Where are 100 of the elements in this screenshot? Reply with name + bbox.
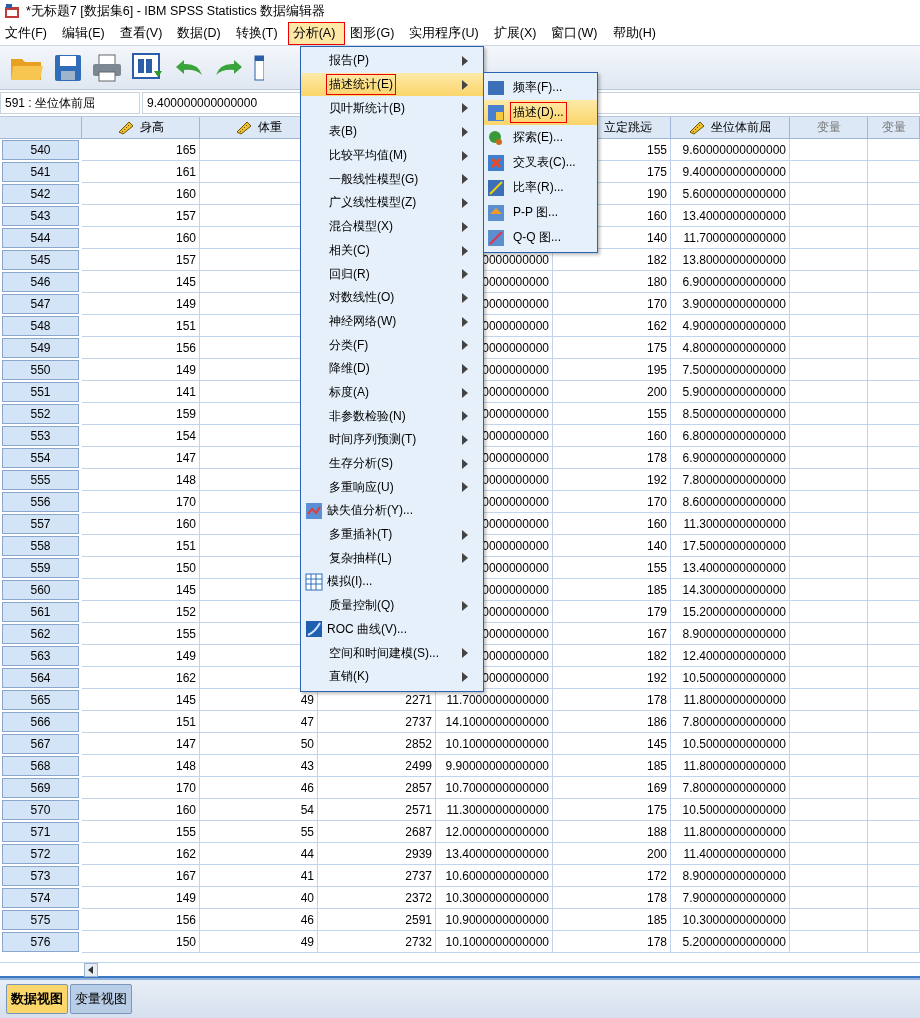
table-cell: 141 <box>82 381 200 403</box>
row-number[interactable]: 574 <box>2 888 79 908</box>
row-number[interactable]: 544 <box>2 228 79 248</box>
table-cell: 170 <box>82 491 200 513</box>
row-number[interactable]: 564 <box>2 668 79 688</box>
row-number[interactable]: 558 <box>2 536 79 556</box>
table-cell: 2499 <box>318 755 436 777</box>
table-cell: 185 <box>553 579 671 601</box>
table-cell: 155 <box>553 403 671 425</box>
table-cell: 13.8000000000000 <box>671 249 790 271</box>
table-cell: 155 <box>82 821 200 843</box>
menu-option[interactable]: 报告(P) <box>301 49 483 73</box>
menu-option[interactable]: 一般线性模型(G) <box>301 167 483 192</box>
menu-item[interactable]: 扩展(X) <box>488 22 547 45</box>
row-number[interactable]: 561 <box>2 602 79 622</box>
menu-option[interactable]: 广义线性模型(Z) <box>301 191 483 215</box>
menu-item[interactable]: 帮助(H) <box>607 22 666 45</box>
menu-item[interactable]: 图形(G) <box>345 22 405 45</box>
row-number[interactable]: 541 <box>2 162 79 182</box>
menu-item[interactable]: 分析(A) <box>287 22 346 45</box>
row-number[interactable]: 556 <box>2 492 79 512</box>
row-number[interactable]: 546 <box>2 272 79 292</box>
row-number[interactable]: 551 <box>2 382 79 402</box>
table-cell: 11.8000000000000 <box>671 689 790 711</box>
row-number[interactable]: 563 <box>2 646 79 666</box>
row-number[interactable]: 554 <box>2 448 79 468</box>
table-cell: 8.90000000000000 <box>671 865 790 887</box>
menu-item[interactable]: 转换(T) <box>230 22 288 45</box>
row-number[interactable]: 571 <box>2 822 79 842</box>
row-number[interactable]: 548 <box>2 316 79 336</box>
row-number[interactable]: 547 <box>2 294 79 314</box>
table-cell: 140 <box>553 535 671 557</box>
row-number[interactable]: 559 <box>2 558 79 578</box>
table-cell: 178 <box>553 887 671 909</box>
table-cell: 10.1000000000000 <box>436 733 553 755</box>
row-number[interactable]: 573 <box>2 866 79 886</box>
table-cell: 2372 <box>318 887 436 909</box>
row-number[interactable]: 572 <box>2 844 79 864</box>
table-cell: 178 <box>553 931 671 953</box>
menu-item[interactable]: 窗口(W) <box>546 22 608 45</box>
menu-option-label: 比较平均值(M) <box>328 147 408 165</box>
table-cell: 7.80000000000000 <box>671 711 790 733</box>
view-tab[interactable]: 数据视图 <box>6 984 68 1014</box>
table-cell: 9.90000000000000 <box>436 755 553 777</box>
menu-item[interactable]: 数据(D) <box>172 22 231 45</box>
table-cell: 11.8000000000000 <box>671 755 790 777</box>
column-title: 身高 <box>139 119 164 136</box>
table-cell: 160 <box>553 513 671 535</box>
column-header[interactable]: 变量 <box>868 117 920 139</box>
table-cell: 147 <box>82 733 200 755</box>
table-cell: 43 <box>200 755 318 777</box>
row-number[interactable]: 543 <box>2 206 79 226</box>
row-number[interactable]: 552 <box>2 404 79 424</box>
row-number[interactable]: 553 <box>2 426 79 446</box>
menu-item[interactable]: 编辑(E) <box>56 22 115 45</box>
row-number[interactable]: 550 <box>2 360 79 380</box>
table-cell: 2939 <box>318 843 436 865</box>
row-number[interactable]: 540 <box>2 140 79 160</box>
table-cell: 3.90000000000000 <box>671 293 790 315</box>
row-number[interactable]: 576 <box>2 932 79 952</box>
row-number[interactable]: 542 <box>2 184 79 204</box>
table-cell: 7.50000000000000 <box>671 359 790 381</box>
menu-option[interactable]: 混合模型(X) <box>301 214 483 239</box>
menu-option[interactable]: 描述统计(E) <box>301 72 483 97</box>
menu-item[interactable]: 查看(V) <box>114 22 173 45</box>
row-number[interactable]: 545 <box>2 250 79 270</box>
menu-option-label: 贝叶斯统计(B) <box>328 99 406 117</box>
menu-option[interactable]: 描述(D)... <box>484 100 597 125</box>
table-cell: 178 <box>553 689 671 711</box>
column-header[interactable]: 变量 <box>790 117 868 139</box>
view-tab[interactable]: 变量视图 <box>70 984 132 1014</box>
menu-option-label: 质量控制(Q) <box>328 597 396 615</box>
table-cell: 4.90000000000000 <box>671 315 790 337</box>
menu-item[interactable]: 实用程序(U) <box>404 22 489 45</box>
column-header[interactable]: 坐位体前屈 <box>671 117 790 139</box>
row-number[interactable]: 565 <box>2 690 79 710</box>
table-cell: 160 <box>82 513 200 535</box>
table-cell: 179 <box>553 601 671 623</box>
menu-option-label: 分类(F) <box>328 336 370 354</box>
row-number[interactable]: 575 <box>2 910 79 930</box>
row-number[interactable]: 567 <box>2 734 79 754</box>
menu-item[interactable]: 文件(F) <box>0 22 57 45</box>
table-cell: 149 <box>82 645 200 667</box>
table-cell: 185 <box>553 909 671 931</box>
menu-option[interactable]: 比较平均值(M) <box>301 143 483 168</box>
row-number[interactable]: 555 <box>2 470 79 490</box>
row-number[interactable]: 560 <box>2 580 79 600</box>
table-cell: 55 <box>200 821 318 843</box>
row-number[interactable]: 549 <box>2 338 79 358</box>
row-number[interactable]: 562 <box>2 624 79 644</box>
menu-option-label: 频率(F)... <box>512 79 564 96</box>
column-header[interactable]: 身高 <box>82 117 200 139</box>
menu-option[interactable]: 频率(F)... <box>484 75 597 100</box>
row-number[interactable]: 568 <box>2 756 79 776</box>
row-number[interactable]: 570 <box>2 800 79 820</box>
row-number[interactable]: 566 <box>2 712 79 732</box>
table-cell: 2687 <box>318 821 436 843</box>
row-number[interactable]: 557 <box>2 514 79 534</box>
menu-option-label: 复杂抽样(L) <box>328 549 393 567</box>
row-number[interactable]: 569 <box>2 778 79 798</box>
